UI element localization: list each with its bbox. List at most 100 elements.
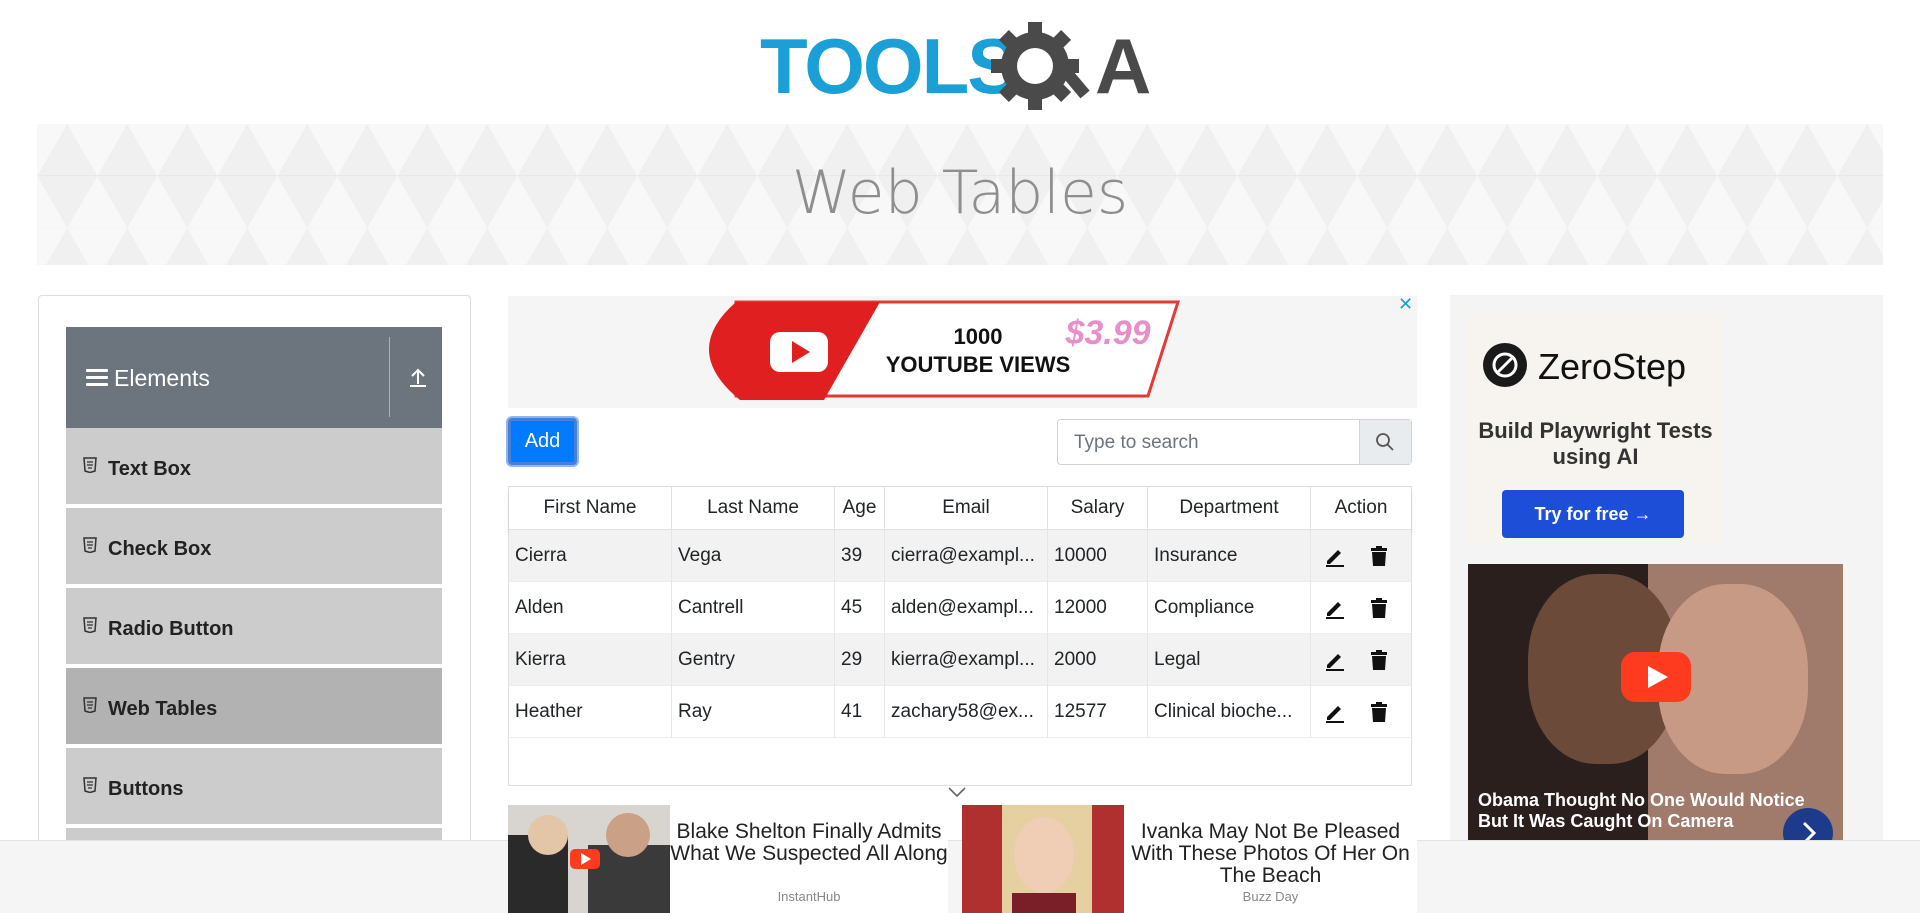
add-button[interactable]: Add: [508, 418, 577, 465]
chevron-down-icon[interactable]: [946, 785, 968, 799]
sidebar-item-check-box[interactable]: Check Box: [66, 508, 442, 586]
table-cell-first-name: Alden: [509, 582, 672, 634]
ad-price: $3.99: [1064, 314, 1150, 352]
table-cell-department: Compliance: [1148, 582, 1311, 634]
table-cell-age: 29: [835, 634, 885, 686]
html-file-icon: [83, 617, 97, 633]
bottom-ad-bar: [0, 840, 1920, 913]
sidebar-item-web-tables[interactable]: Web Tables: [66, 668, 442, 746]
svg-text:A: A: [1095, 22, 1151, 110]
html-file-icon: [83, 537, 97, 553]
sidebar: Elements Text Box Check Box Radio Button…: [38, 295, 471, 895]
html-file-icon: [83, 697, 97, 713]
search-icon: [1376, 433, 1394, 451]
table-cell-email: cierra@exampl...: [885, 530, 1048, 582]
group-title: Elements: [114, 365, 210, 391]
search-box: Type to search: [1057, 419, 1412, 465]
promo-thumbnail: [962, 805, 1124, 913]
chevron-right-icon: [1802, 821, 1817, 840]
table-cell-first-name: Heather: [509, 686, 672, 738]
zerostep-card: ZeroStep Build Playwright Tests using AI…: [1468, 313, 1723, 545]
column-header-first-name[interactable]: First Name: [509, 487, 672, 530]
table-cell-email: zachary58@ex...: [885, 686, 1048, 738]
table-cell-action: [1311, 582, 1411, 634]
youtube-views-ad[interactable]: 1000 YOUTUBE VIEWS $3.99: [508, 296, 1417, 408]
column-header-department[interactable]: Department: [1148, 487, 1311, 530]
collapse-up-icon[interactable]: [406, 365, 430, 389]
zerostep-logo-icon: [1483, 343, 1527, 387]
table-cell-action: [1311, 686, 1411, 738]
column-header-salary[interactable]: Salary: [1048, 487, 1148, 530]
html-file-icon: [83, 777, 97, 793]
search-button[interactable]: [1359, 420, 1411, 464]
delete-trash-icon[interactable]: [1367, 544, 1391, 568]
table-cell-salary: 12000: [1048, 582, 1148, 634]
table-cell-salary: 10000: [1048, 530, 1148, 582]
video-ad[interactable]: Obama Thought No One Would Notice But It…: [1468, 564, 1843, 840]
delete-trash-icon[interactable]: [1367, 700, 1391, 724]
table-cell-email: alden@exampl...: [885, 582, 1048, 634]
table-cell-action: [1311, 634, 1411, 686]
table-cell-last-name: Ray: [672, 686, 835, 738]
html-file-icon: [83, 457, 97, 473]
web-table: First Name Last Name Age Email Salary De…: [508, 486, 1412, 786]
zerostep-brand: ZeroStep: [1538, 346, 1687, 387]
table-cell-age: 45: [835, 582, 885, 634]
svg-text:TOOLS: TOOLS: [760, 22, 1017, 110]
column-header-action[interactable]: Action: [1311, 487, 1411, 530]
promo-thumbnail: [508, 805, 670, 913]
ad-line1: 1000: [954, 324, 1003, 349]
toolsqa-logo[interactable]: TOOLS A: [760, 18, 1166, 114]
table-row: Alden Cantrell 45 alden@exampl... 12000 Compl…: [509, 582, 1411, 634]
edit-pencil-icon[interactable]: [1323, 700, 1347, 724]
promo-title: Ivanka May Not Be Pleased With These Pho…: [1131, 820, 1410, 887]
play-icon[interactable]: [1621, 652, 1691, 702]
empty-row: [509, 738, 1411, 786]
table-cell-last-name: Cantrell: [672, 582, 835, 634]
promo-source: Buzz Day: [1242, 889, 1299, 904]
sidebar-item-label: Radio Button: [108, 618, 234, 640]
edit-pencil-icon[interactable]: [1323, 544, 1347, 568]
edit-pencil-icon[interactable]: [1323, 648, 1347, 672]
table-cell-department: Legal: [1148, 634, 1311, 686]
sidebar-item-radio-button[interactable]: Radio Button: [66, 588, 442, 666]
table-cell-first-name: Kierra: [509, 634, 672, 686]
zerostep-ad[interactable]: ZeroStep Build Playwright Tests using AI…: [1450, 295, 1883, 840]
ad-banner-graphic: 1000 YOUTUBE VIEWS $3.99: [708, 300, 1181, 400]
zerostep-tagline: Build Playwright Tests using AI: [1478, 418, 1713, 469]
promo-card-blake[interactable]: Blake Shelton Finally Admits What We Sus…: [508, 805, 948, 913]
column-header-age[interactable]: Age: [835, 487, 885, 530]
promo-card-ivanka[interactable]: Ivanka May Not Be Pleased With These Pho…: [962, 805, 1417, 913]
ad-close-icon[interactable]: ✕: [1398, 294, 1413, 315]
table-cell-email: kierra@exampl...: [885, 634, 1048, 686]
table-header: First Name Last Name Age Email Salary De…: [509, 487, 1411, 530]
elements-group-header[interactable]: Elements: [66, 327, 442, 428]
sidebar-item-text-box[interactable]: Text Box: [66, 428, 442, 506]
search-input[interactable]: Type to search: [1074, 432, 1199, 454]
column-header-last-name[interactable]: Last Name: [672, 487, 835, 530]
table-cell-age: 41: [835, 686, 885, 738]
edit-pencil-icon[interactable]: [1323, 596, 1347, 620]
table-cell-salary: 2000: [1048, 634, 1148, 686]
sidebar-item-label: Text Box: [108, 458, 191, 480]
sidebar-item-label: Buttons: [108, 778, 184, 800]
try-for-free-button[interactable]: Try for free →: [1502, 490, 1684, 538]
sidebar-item-label: Web Tables: [108, 698, 218, 720]
table-cell-last-name: Vega: [672, 530, 835, 582]
table-row: Cierra Vega 39 cierra@exampl... 10000 Insuran…: [509, 530, 1411, 582]
menu-icon: [86, 369, 108, 387]
table-cell-department: Clinical bioche...: [1148, 686, 1311, 738]
promo-title: Blake Shelton Finally Admits What We Sus…: [670, 820, 948, 865]
table-cell-salary: 12577: [1048, 686, 1148, 738]
column-header-email[interactable]: Email: [885, 487, 1048, 530]
header-divider: [389, 337, 390, 417]
table-row: Heather Ray 41 zachary58@ex... 12577 Clinical…: [509, 686, 1411, 738]
table-cell-first-name: Cierra: [509, 530, 672, 582]
sidebar-item-buttons[interactable]: Buttons: [66, 748, 442, 826]
sidebar-item-label: Check Box: [108, 538, 212, 560]
delete-trash-icon[interactable]: [1367, 596, 1391, 620]
page-banner: Web Tables: [37, 124, 1883, 265]
promo-source: InstantHub: [777, 889, 841, 904]
delete-trash-icon[interactable]: [1367, 648, 1391, 672]
next-arrow-button[interactable]: [1783, 808, 1833, 840]
